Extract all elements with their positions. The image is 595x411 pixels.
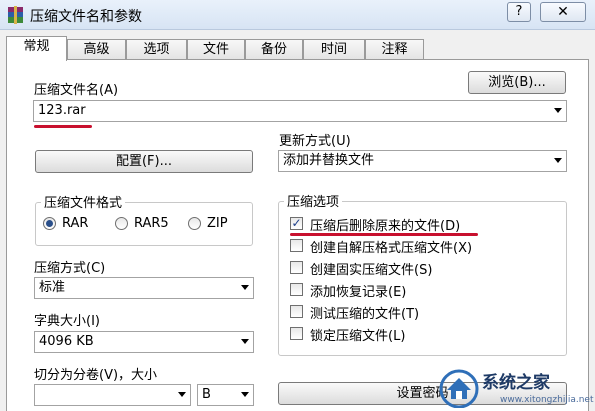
highlight-underline [34, 125, 92, 128]
browse-button[interactable]: 浏览(B)... [468, 71, 566, 94]
chevron-down-icon [554, 108, 562, 113]
update-method-value: 添加并替换文件 [283, 153, 375, 168]
winrar-app-icon [8, 6, 23, 24]
test-archived-files-checkbox[interactable] [290, 305, 303, 318]
archive-name-value: 123.rar [38, 103, 86, 118]
chevron-down-icon [178, 392, 186, 397]
close-button[interactable]: ✕ [540, 2, 586, 22]
lock-archive-label: 锁定压缩文件(L) [310, 329, 406, 344]
tab-options[interactable]: 选项 [126, 39, 187, 60]
create-sfx-checkbox[interactable] [290, 239, 303, 252]
split-unit-select[interactable]: B [197, 384, 254, 406]
update-method-label: 更新方式(U) [279, 134, 351, 149]
chevron-down-icon [241, 392, 249, 397]
format-rar5-label: RAR5 [134, 216, 169, 231]
delete-after-archiving-checkbox[interactable]: ✓ [290, 217, 303, 230]
format-rar-label: RAR [62, 216, 89, 231]
highlight-underline [290, 233, 478, 236]
create-solid-checkbox[interactable] [290, 261, 303, 274]
window-title: 压缩文件名和参数 [30, 9, 142, 25]
create-sfx-label: 创建自解压格式压缩文件(X) [310, 241, 473, 256]
create-solid-label: 创建固实压缩文件(S) [310, 263, 433, 278]
archive-name-label: 压缩文件名(A) [34, 83, 119, 98]
tab-advanced[interactable]: 高级 [67, 39, 126, 60]
update-method-select[interactable]: 添加并替换文件 [278, 150, 567, 172]
split-volumes-label: 切分为分卷(V)，大小 [34, 368, 158, 383]
archiving-options-group-title: 压缩选项 [284, 191, 343, 210]
tab-files[interactable]: 文件 [187, 39, 245, 60]
tab-comment[interactable]: 注释 [365, 39, 424, 60]
help-button[interactable]: ? [507, 2, 531, 22]
archive-format-group-title: 压缩文件格式 [41, 192, 126, 211]
chevron-down-icon [241, 339, 249, 344]
archive-name-combobox[interactable]: 123.rar [33, 100, 567, 122]
dictionary-size-value: 4096 KB [39, 334, 94, 349]
profiles-button[interactable]: 配置(F)... [35, 150, 253, 173]
watermark-text: 系统之家 [482, 373, 550, 393]
chevron-down-icon [554, 158, 562, 163]
tab-time[interactable]: 时间 [303, 39, 365, 60]
split-size-combobox[interactable] [34, 384, 191, 406]
format-rar-radio[interactable] [43, 217, 56, 230]
chevron-down-icon [241, 285, 249, 290]
tab-general[interactable]: 常规 [6, 36, 67, 61]
lock-archive-checkbox[interactable] [290, 327, 303, 340]
dictionary-size-select[interactable]: 4096 KB [34, 331, 254, 353]
test-archived-files-label: 测试压缩的文件(T) [310, 307, 420, 322]
dictionary-size-label: 字典大小(I) [34, 314, 100, 329]
title-bar: 压缩文件名和参数 ? ✕ [0, 0, 595, 30]
tab-backup[interactable]: 备份 [245, 39, 303, 60]
general-panel: 压缩文件名(A) 浏览(B)... 123.rar 更新方式(U) 配置(F).… [6, 59, 589, 411]
format-zip-label: ZIP [207, 216, 228, 231]
compression-method-select[interactable]: 标准 [34, 277, 254, 299]
watermark-url: www.xitongzhijia.net [500, 395, 594, 405]
add-recovery-record-label: 添加恢复记录(E) [310, 285, 407, 300]
site-watermark: 系统之家 www.xitongzhijia.net [432, 364, 595, 411]
delete-after-archiving-label: 压缩后删除原来的文件(D) [310, 219, 461, 234]
compression-method-label: 压缩方式(C) [34, 261, 106, 276]
format-rar5-radio[interactable] [115, 217, 128, 230]
compression-method-value: 标准 [39, 280, 66, 295]
format-zip-radio[interactable] [188, 217, 201, 230]
tab-strip: 常规 高级 选项 文件 备份 时间 注释 [6, 36, 586, 61]
split-unit-value: B [202, 387, 211, 402]
add-recovery-record-checkbox[interactable] [290, 283, 303, 296]
house-logo-icon [439, 369, 479, 408]
